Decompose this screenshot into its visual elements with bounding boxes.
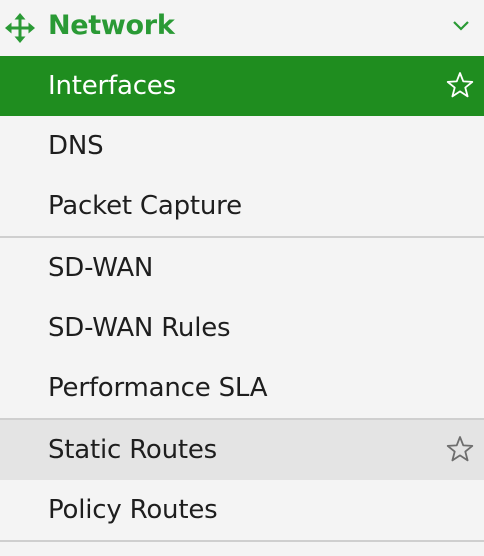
menu-item-label: Static Routes xyxy=(48,435,218,465)
network-section-header[interactable]: Network xyxy=(0,0,484,56)
star-icon[interactable] xyxy=(446,71,474,99)
menu-item-label: SD-WAN Rules xyxy=(48,313,231,343)
menu-item-performance-sla[interactable]: Performance SLA xyxy=(0,358,484,418)
menu-item-dns[interactable]: DNS xyxy=(0,116,484,176)
menu-item-sd-wan-rules[interactable]: SD-WAN Rules xyxy=(0,298,484,358)
menu-item-label: SD-WAN xyxy=(48,253,154,283)
menu-item-label: DNS xyxy=(48,131,104,161)
move-arrows-icon xyxy=(5,13,35,43)
menu-item-sd-wan[interactable]: SD-WAN xyxy=(0,238,484,298)
chevron-down-icon[interactable] xyxy=(452,19,470,33)
network-menu: Network Interfaces DNS Packet Capture SD… xyxy=(0,0,484,556)
menu-item-interfaces[interactable]: Interfaces xyxy=(0,56,484,116)
group-divider xyxy=(0,540,484,542)
menu-item-static-routes[interactable]: Static Routes xyxy=(0,420,484,480)
menu-item-policy-routes[interactable]: Policy Routes xyxy=(0,480,484,540)
menu-item-label: Interfaces xyxy=(48,71,176,101)
menu-item-label: Performance SLA xyxy=(48,373,268,403)
menu-item-label: Policy Routes xyxy=(48,495,218,525)
menu-item-packet-capture[interactable]: Packet Capture xyxy=(0,176,484,236)
section-title: Network xyxy=(48,10,175,41)
star-icon[interactable] xyxy=(446,435,474,463)
menu-item-label: Packet Capture xyxy=(48,191,242,221)
